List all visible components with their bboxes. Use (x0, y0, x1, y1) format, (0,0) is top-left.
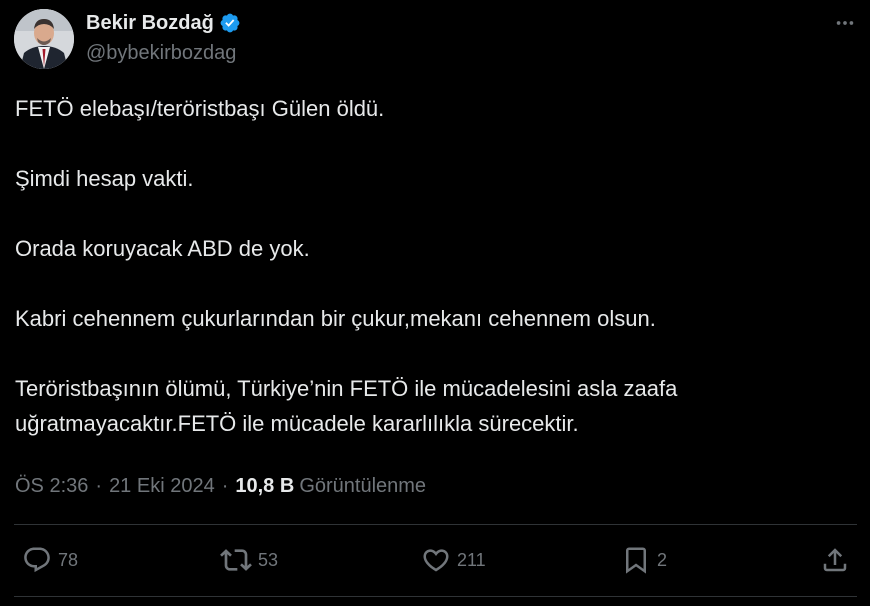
retweet-button[interactable]: 53 (220, 537, 278, 583)
tweet-paragraph: Kabri cehennem çukurlarından bir çukur,m… (15, 306, 656, 331)
like-count: 211 (457, 549, 486, 570)
tweet-paragraph: Teröristbaşının ölümü, Türkiye’nin FETÖ … (15, 376, 678, 401)
more-options-button[interactable] (831, 10, 859, 36)
tweet-paragraph: Şimdi hesap vakti. (15, 166, 194, 191)
reply-count: 78 (58, 549, 79, 570)
heart-icon (423, 549, 449, 572)
meta-separator: · (95, 474, 103, 497)
tweet-paragraph: FETÖ elebaşı/teröristbaşı Gülen öldü. (15, 96, 385, 121)
divider (14, 596, 857, 597)
views-count[interactable]: 10,8 B (235, 475, 294, 498)
action-bar: 78 53 211 2 (0, 537, 870, 583)
avatar-photo (14, 9, 74, 69)
divider (14, 524, 857, 525)
tweet-meta: ÖS 2:36 · 21 Eki 2024 · 10,8 B Görüntüle… (15, 472, 426, 500)
avatar[interactable] (14, 9, 74, 69)
tweet-paragraph: uğratmayacaktır.FETÖ ile mücadele kararl… (15, 411, 579, 436)
bookmark-icon (626, 547, 646, 574)
tweet-date[interactable]: 21 Eki 2024 (109, 475, 215, 498)
retweet-count: 53 (258, 549, 279, 570)
share-button[interactable] (820, 537, 850, 583)
share-icon (823, 548, 847, 572)
verified-badge-icon[interactable] (219, 12, 241, 34)
author-name-row: Bekir Bozdağ (86, 10, 241, 36)
author-handle[interactable]: @bybekirbozdag (86, 42, 236, 65)
like-button[interactable]: 211 (421, 537, 486, 583)
author-display-name[interactable]: Bekir Bozdağ (86, 12, 214, 35)
bookmark-button[interactable]: 2 (621, 537, 667, 583)
reply-button[interactable]: 78 (22, 537, 78, 583)
reply-icon (24, 547, 50, 573)
bookmark-count: 2 (657, 549, 668, 570)
more-dots-icon (836, 21, 854, 25)
retweet-icon (220, 549, 252, 571)
views-label: Görüntülenme (299, 474, 427, 497)
tweet-text: FETÖ elebaşı/teröristbaşı Gülen öldü. Şi… (15, 91, 855, 441)
tweet-time[interactable]: ÖS 2:36 (15, 475, 88, 498)
meta-separator: · (221, 474, 229, 497)
tweet-paragraph: Orada koruyacak ABD de yok. (15, 236, 310, 261)
